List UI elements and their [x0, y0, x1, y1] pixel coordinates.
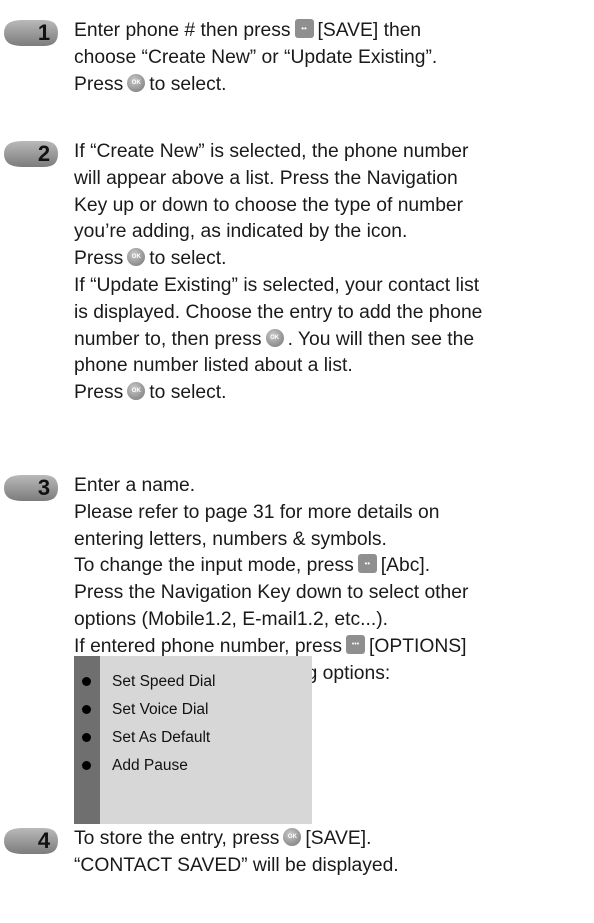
step-text-segment: [SAVE].: [305, 828, 372, 849]
step-text-segment: choose “Create New” or “Update Existing”…: [74, 46, 438, 68]
option-label: Set Speed Dial: [112, 673, 216, 690]
step-number: 3: [37, 475, 51, 500]
step-text-segment: “CONTACT SAVED” will be displayed.: [74, 854, 399, 876]
step-line: will appear above a list. Press the Navi…: [74, 166, 589, 193]
step-number-badge: 1: [0, 18, 60, 48]
step-text-segment: Press: [74, 248, 124, 270]
step-line: is displayed. Choose the entry to add th…: [74, 300, 589, 327]
step-line: number to, then press . You will then see…: [74, 327, 589, 354]
option-label: Add Pause: [112, 757, 188, 774]
ok-button-icon: [127, 248, 146, 267]
step-line: entering letters, numbers & symbols.: [74, 527, 589, 554]
bullet-icon: [82, 761, 91, 770]
step-number: 1: [37, 20, 51, 45]
step-text: To store the entry, press [SAVE]. “CONTACT…: [74, 826, 589, 880]
step-line: To store the entry, press [SAVE].: [74, 826, 589, 853]
step-text-segment: entering letters, numbers & symbols.: [74, 528, 387, 550]
options-list-item: Set Speed Dial: [74, 668, 312, 696]
step-line: you’re adding, as indicated by the icon.: [74, 219, 589, 246]
step-line: Enter phone # then press [SAVE] then: [74, 18, 589, 45]
step-line: choose “Create New” or “Update Existing”…: [74, 45, 589, 72]
step-line: Press the Navigation Key down to select …: [74, 580, 589, 607]
step-line: Please refer to page 31 for more details…: [74, 500, 589, 527]
option-label: Set Voice Dial: [112, 701, 209, 718]
options-list-item: Set As Default: [74, 724, 312, 752]
step-text-segment: [Abc].: [380, 555, 431, 577]
step-text-segment: to select.: [149, 248, 227, 270]
step-text-segment: [SAVE] then: [317, 20, 422, 41]
step-line: If “Create New” is selected, the phone n…: [74, 139, 589, 166]
step-line: phone number listed about a list.: [74, 353, 589, 380]
bullet-icon: [82, 705, 91, 714]
bullet-icon: [82, 677, 91, 686]
step-text-segment: Enter phone # then press: [74, 20, 291, 41]
step-text: Enter phone # then press [SAVE] then choos…: [74, 18, 589, 98]
step-line: Enter a name.: [74, 473, 589, 500]
step-text-segment: you’re adding, as indicated by the icon.: [74, 221, 408, 243]
ok-button-icon: [265, 328, 284, 347]
step-text-segment: will appear above a list. Press the Navi…: [74, 167, 458, 189]
step-text: If “Create New” is selected, the phone n…: [74, 139, 589, 407]
step-text-segment: number to, then press: [74, 328, 262, 350]
softkey-button-icon: [357, 554, 377, 574]
ok-button-icon: [127, 73, 146, 92]
step-text-segment: options (Mobile1.2, E-mail1.2, etc...).: [74, 608, 388, 630]
step-text-segment: is displayed. Choose the entry to add th…: [74, 301, 483, 323]
step-number-badge: 3: [0, 473, 60, 503]
step-text-segment: If “Update Existing” is selected, your c…: [74, 274, 480, 296]
step-text-segment: Please refer to page 31 for more details…: [74, 501, 440, 523]
step-text-segment: [OPTIONS]: [368, 635, 467, 657]
step-text-segment: Press: [74, 382, 124, 404]
step-line: “CONTACT SAVED” will be displayed.: [74, 853, 589, 880]
step-text-segment: . You will then see the: [287, 328, 475, 350]
step-line: If “Update Existing” is selected, your c…: [74, 273, 589, 300]
step-number-badge: 4: [0, 826, 60, 856]
softkey-button-icon: [294, 19, 314, 38]
options-list: Set Speed Dial Set Voice Dial Set As Defau…: [74, 656, 312, 824]
step-text-segment: Press the Navigation Key down to select …: [74, 582, 469, 604]
step-text-segment: to select.: [149, 382, 227, 404]
step-line: Press to select.: [74, 380, 589, 407]
ok-button-icon: [127, 382, 146, 401]
step-line: Press to select.: [74, 246, 589, 273]
step-text-segment: To change the input mode, press: [74, 555, 354, 577]
option-label: Set As Default: [112, 729, 211, 746]
step-text-segment: to select.: [149, 73, 227, 95]
step-text-segment: If “Create New” is selected, the phone n…: [74, 141, 469, 162]
options-list-item: Add Pause: [74, 752, 312, 780]
step-text-segment: Enter a name.: [74, 475, 196, 496]
step-text-segment: If entered phone number, press: [74, 635, 342, 657]
ok-button-icon: [283, 828, 302, 846]
step-line: Key up or down to choose the type of num…: [74, 193, 589, 220]
step-line: Press to select.: [74, 72, 589, 99]
options-softkey-icon: [345, 634, 365, 654]
step-number-badge: 2: [0, 139, 60, 169]
step-number: 4: [37, 828, 51, 853]
step-text-segment: Key up or down to choose the type of num…: [74, 194, 464, 216]
step-text-segment: To store the entry, press: [74, 828, 280, 849]
options-list-item: Set Voice Dial: [74, 696, 312, 724]
step-number: 2: [37, 141, 51, 166]
step-line: options (Mobile1.2, E-mail1.2, etc...).: [74, 607, 589, 634]
step-text-segment: Press: [74, 73, 124, 95]
bullet-icon: [82, 733, 91, 742]
step-text-segment: phone number listed about a list.: [74, 355, 353, 377]
step-line: To change the input mode, press [Abc].: [74, 553, 589, 580]
